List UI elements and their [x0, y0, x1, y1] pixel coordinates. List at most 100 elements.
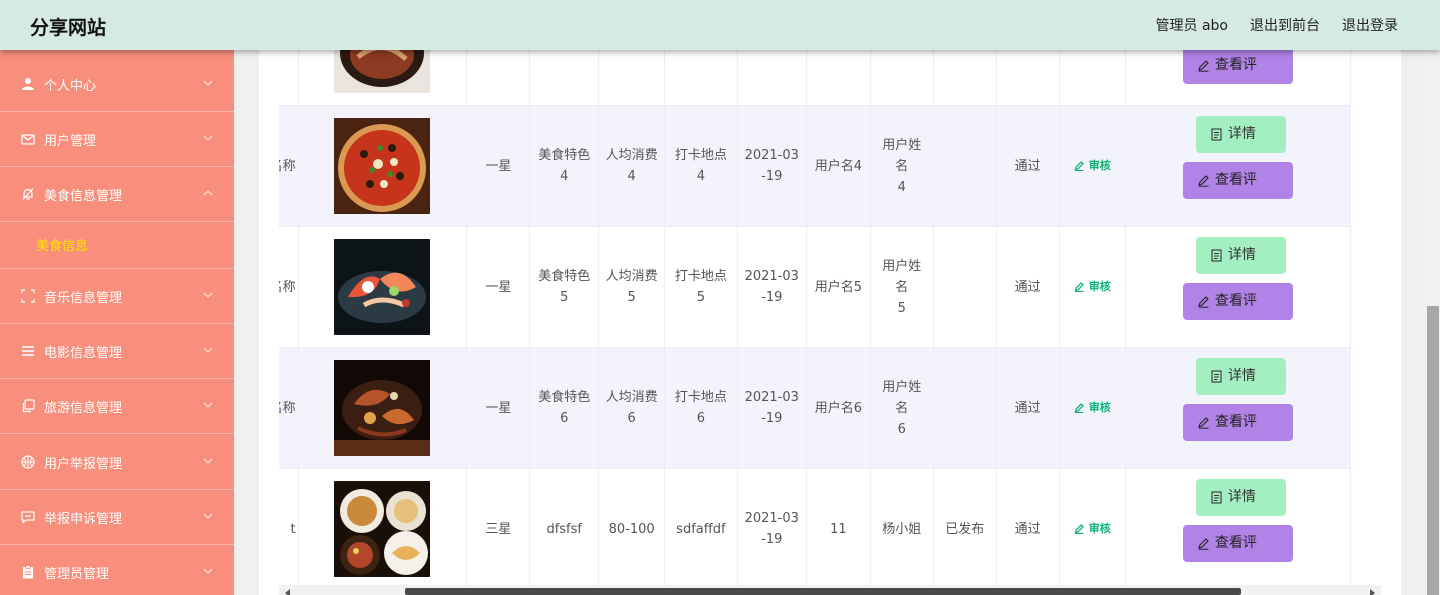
main-content: 333-193查看评名称一星美食特色4人均消费4打卡地点42021-03-19用…: [234, 50, 1426, 595]
sidebar-item-8[interactable]: 举报申诉管理: [0, 490, 234, 545]
vertical-scroll-thumb[interactable]: [1427, 306, 1439, 595]
document-icon: [1210, 370, 1223, 383]
cell-feature: dfsfsf: [529, 468, 600, 585]
logout-link[interactable]: 退出登录: [1342, 15, 1398, 35]
view-review-button[interactable]: 查看评: [1182, 525, 1293, 562]
clipboard-icon: [21, 565, 35, 579]
sidebar-item-6[interactable]: 旅游信息管理: [0, 379, 234, 434]
cell-feature: 3: [529, 50, 600, 106]
edit-pen-icon: [1074, 160, 1085, 171]
review-label: 查看评: [1214, 535, 1257, 551]
chevron-down-icon: [202, 510, 214, 522]
cell-realname: 3: [869, 50, 934, 106]
cell-operations: 详情查看评: [1124, 105, 1352, 227]
cell-audit-action: 审核: [1058, 347, 1126, 469]
cell-operations: 详情查看评: [1124, 347, 1352, 469]
cell-date: 2021-03 -19: [736, 226, 807, 348]
cell-date: 2021-03 -19: [736, 468, 807, 585]
cell-username: [805, 50, 871, 106]
view-review-button[interactable]: 查看评: [1182, 50, 1293, 84]
audit-label: 审核: [1088, 158, 1111, 172]
cell-realname: 用户姓名 6: [869, 347, 934, 469]
edit-pen-icon: [1074, 402, 1085, 413]
document-icon: [1210, 128, 1223, 141]
vertical-scrollbar[interactable]: [1426, 50, 1440, 595]
cell-place: 打卡地点 6: [664, 347, 738, 469]
header-links: 管理员 abo 退出到前台 退出登录: [1156, 15, 1398, 35]
cell-realname: 杨小姐: [869, 468, 934, 585]
cell-audit: 通过: [995, 468, 1060, 585]
cell-feature: 美食特色 6: [529, 347, 600, 469]
cell-cost: 人均消费 4: [598, 105, 666, 227]
review-label: 查看评: [1214, 172, 1257, 188]
detail-button[interactable]: 详情: [1195, 116, 1286, 153]
sidebar-item-label: 用户管理: [44, 133, 97, 149]
cell-audit-action: 审核: [1058, 105, 1126, 227]
submenu-food-info[interactable]: 美食信息: [0, 217, 234, 269]
cell-image: [297, 347, 468, 469]
edit-icon: [1197, 295, 1210, 308]
sidebar-item-label: 用户举报管理: [44, 456, 123, 472]
detail-label: 详情: [1227, 368, 1256, 384]
exit-to-frontend-link[interactable]: 退出到前台: [1250, 15, 1320, 35]
cell-realname: 用户姓名 5: [869, 226, 934, 348]
edit-pen-icon: [1074, 281, 1085, 292]
cell-status: 已发布: [932, 468, 997, 585]
cell-audit-action: 审核: [1058, 468, 1126, 585]
table-row: 333-193查看评: [279, 50, 1352, 106]
scroll-left-arrow-icon[interactable]: [285, 589, 290, 595]
cell-audit: 通过: [995, 226, 1060, 348]
sidebar-item-label: 美食信息管理: [44, 188, 123, 204]
cell-status: [932, 347, 997, 469]
top-header: 分享网站 管理员 abo 退出到前台 退出登录: [0, 0, 1440, 50]
basketball-icon: [21, 455, 35, 469]
audit-label: 审核: [1088, 279, 1111, 293]
scroll-right-arrow-icon[interactable]: [1370, 589, 1375, 595]
detail-button[interactable]: 详情: [1195, 358, 1286, 395]
cell-realname: 用户姓名 4: [869, 105, 934, 227]
food-table: 333-193查看评名称一星美食特色4人均消费4打卡地点42021-03-19用…: [279, 50, 1352, 585]
view-review-button[interactable]: 查看评: [1182, 162, 1293, 199]
operations: 详情查看评: [1132, 106, 1344, 226]
sidebar-item-9[interactable]: 管理员管理: [0, 545, 234, 595]
cell-place: 3: [664, 50, 738, 106]
cell-feature: 美食特色 4: [529, 105, 600, 227]
detail-label: 详情: [1227, 126, 1256, 142]
mail-icon: [21, 132, 35, 146]
sidebar-item-1[interactable]: 个人中心: [0, 57, 234, 112]
sidebar-item-5[interactable]: 电影信息管理: [0, 324, 234, 379]
chevron-down-icon: [202, 77, 214, 89]
sidebar-item-7[interactable]: 用户举报管理: [0, 435, 234, 490]
cell-audit: 通过: [995, 347, 1060, 469]
cell-audit: 通过: [995, 105, 1060, 227]
audit-link[interactable]: 审核: [1074, 155, 1111, 176]
cell-name: [279, 50, 299, 106]
audit-label: 审核: [1088, 400, 1111, 414]
horizontal-scroll-thumb[interactable]: [405, 588, 1241, 595]
cell-audit-action: [1058, 50, 1126, 106]
operations: 详情查看评: [1132, 469, 1344, 585]
sidebar-item-4[interactable]: 音乐信息管理: [0, 269, 234, 324]
audit-link[interactable]: 审核: [1074, 276, 1111, 297]
cell-name: 名称: [279, 347, 299, 469]
audit-link[interactable]: 审核: [1074, 397, 1111, 418]
table-row: 名称 一星美食特色6人均消费6打卡地点62021-03-19用户名6用户姓名6 通过…: [279, 347, 1352, 469]
cell-status: [932, 105, 997, 227]
horizontal-scrollbar[interactable]: [279, 585, 1381, 595]
cell-image: [297, 468, 468, 585]
food-image: [334, 360, 431, 456]
audit-link[interactable]: 审核: [1074, 518, 1111, 539]
cell-username: 11: [805, 468, 871, 585]
cell-rating: [466, 50, 531, 106]
admin-user-label[interactable]: 管理员 abo: [1156, 15, 1228, 35]
view-review-button[interactable]: 查看评: [1182, 283, 1293, 320]
edit-icon: [1197, 416, 1210, 429]
submenu-label[interactable]: 美食信息: [36, 235, 88, 254]
detail-button[interactable]: 详情: [1195, 237, 1286, 274]
audit-label: 审核: [1088, 521, 1111, 535]
view-review-button[interactable]: 查看评: [1182, 404, 1293, 441]
sidebar-item-3[interactable]: 美食信息管理: [0, 167, 234, 222]
chevron-up-icon: [202, 187, 214, 199]
sidebar-item-2[interactable]: 用户管理: [0, 112, 234, 167]
detail-button[interactable]: 详情: [1195, 479, 1286, 516]
